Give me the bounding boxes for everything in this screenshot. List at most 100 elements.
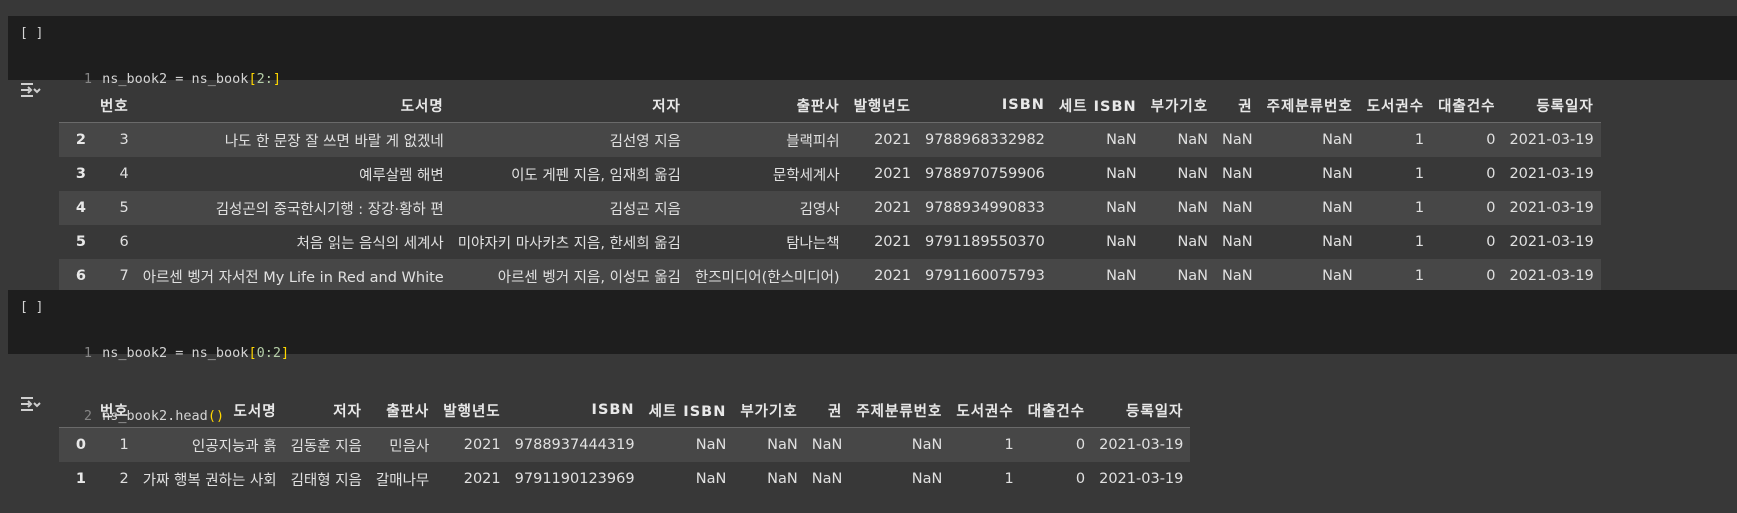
table-cell: 9788934990833 (924, 200, 1045, 216)
table-row: 3 4 예루살렘 해변 이도 게펜 지음, 임재희 옮김 문학세계사 2021 978897… (59, 157, 1601, 191)
column-header: 부가기호 (733, 393, 805, 428)
column-header: 출판사 (368, 393, 437, 428)
table-cell: NaN (1322, 200, 1353, 216)
table-cell: NaN (811, 471, 843, 487)
column-header: 대출건수 (1431, 88, 1503, 123)
row-index: 4 (75, 200, 86, 216)
output-toggle-icon[interactable] (19, 395, 41, 413)
table-cell: NaN (1222, 234, 1253, 250)
table-cell: 예루살렘 해변 (359, 167, 444, 184)
code-cell-2[interactable]: [ ] 1 ns_book2 = ns_book[0:2] 2 ns_book2… (8, 290, 1737, 424)
table-cell: 1 (119, 437, 129, 453)
table-cell: 7 (119, 268, 129, 284)
table-cell: NaN (767, 437, 798, 453)
bracket: ] (280, 345, 290, 361)
table-cell: NaN (1106, 268, 1137, 284)
table-cell: 0 (1486, 268, 1496, 284)
table-cell: 1 (1004, 437, 1014, 453)
column-header: 부가기호 (1143, 88, 1216, 123)
column-header: 도서명 (135, 88, 451, 123)
row-index: 6 (75, 268, 86, 284)
table-row: 4 5 김성곤의 중국한시기행 : 장강·황하 편 김성곤 지음 김영사 2021 9788… (59, 191, 1601, 225)
table-cell: 1 (1414, 132, 1425, 148)
table-cell: 0 (1075, 437, 1086, 453)
table-cell: NaN (1322, 166, 1353, 182)
table-cell: 2021 (874, 268, 911, 284)
table-cell: 이도 게펜 지음, 임재희 옮김 (511, 167, 681, 184)
row-index: 1 (75, 471, 86, 487)
table-cell: 2021-03-19 (1509, 234, 1594, 250)
table-cell: 3 (119, 132, 129, 148)
table-cell: 0 (1486, 234, 1496, 250)
table-cell: 2 (119, 471, 129, 487)
table-cell: NaN (1106, 132, 1137, 148)
table-cell: NaN (1177, 268, 1209, 284)
table-cell: 1 (1414, 268, 1425, 284)
column-header: ISBN (917, 88, 1052, 123)
table-row: 0 1 인공지능과 흙 김동훈 지음 민음사 2021 9788937444319 NaN Na… (59, 427, 1191, 462)
column-header: 도서권수 (1359, 88, 1432, 123)
table-cell: NaN (1322, 268, 1353, 284)
table-cell: 2021 (874, 234, 911, 250)
table-cell: 가짜 행복 권하는 사회 (142, 472, 277, 489)
column-header: 발행년도 (846, 88, 918, 123)
table-cell: 1 (1004, 471, 1014, 487)
table-cell: 1 (1414, 234, 1425, 250)
column-header: 발행년도 (436, 393, 508, 428)
run-cell-button[interactable]: [ ] (20, 26, 43, 41)
table-cell: NaN (1177, 234, 1209, 250)
table-cell: 김영사 (799, 201, 840, 218)
table-cell: 2021-03-19 (1099, 471, 1184, 487)
table-cell: 문학세계사 (772, 167, 840, 184)
table-cell: 4 (119, 166, 129, 182)
table-cell: 민음사 (389, 438, 430, 455)
table-cell: 나도 한 문장 잘 쓰면 바랄 게 없겠네 (224, 133, 444, 150)
table-cell: NaN (1106, 166, 1137, 182)
table-cell: 2021-03-19 (1509, 200, 1594, 216)
code-text: ns_book2 = ns_book (102, 345, 249, 361)
table-cell: NaN (1322, 234, 1353, 250)
table-cell: NaN (811, 437, 843, 453)
table-cell: 2021-03-19 (1509, 166, 1594, 182)
table-cell: 아르센 벵거 지음, 이성모 옮김 (497, 269, 681, 286)
output-toggle-icon[interactable] (19, 81, 41, 99)
table-cell: 아르센 벵거 자서전 My Life in Red and White (142, 269, 444, 286)
table-cell: 탐나는책 (786, 235, 840, 252)
table-cell: NaN (911, 471, 943, 487)
column-header: 도서권수 (949, 393, 1021, 428)
line-number: 1 (83, 345, 92, 361)
table-cell: 2021 (874, 200, 911, 216)
table-cell: 2021 (463, 471, 501, 487)
table-cell: 9788970759906 (924, 166, 1045, 182)
table-cell: 김성곤의 중국한시기행 : 장강·황하 편 (215, 201, 444, 218)
table-cell: 9791190123969 (514, 471, 635, 487)
table-cell: 0 (1486, 166, 1496, 182)
table-cell: NaN (1222, 166, 1253, 182)
column-header: 등록일자 (1502, 88, 1601, 123)
table-cell: NaN (1106, 200, 1137, 216)
table-cell: NaN (695, 471, 727, 487)
table-cell: NaN (1177, 200, 1209, 216)
column-header: 출판사 (687, 88, 847, 123)
table-row: 5 6 처음 읽는 음식의 세계사 미야자키 마사카츠 지음, 한세희 옮김 탐나는책 2… (59, 225, 1601, 259)
run-cell-button[interactable]: [ ] (20, 300, 43, 315)
table-row: 1 2 가짜 행복 권하는 사회 김태형 지음 갈매나무 2021 979119012396… (59, 462, 1191, 496)
column-header: 권 (804, 393, 850, 428)
table-cell: NaN (695, 437, 727, 453)
table-cell: 2021 (874, 166, 911, 182)
row-index: 5 (75, 234, 86, 250)
table-cell: 한즈미디어(한스미디어) (694, 269, 840, 286)
slice-arg: 0:2 (256, 345, 281, 361)
table-cell: 김선영 지음 (609, 133, 681, 150)
code-cell-1[interactable]: [ ] 1 ns_book2 = ns_book[2:] 2 ns_book2.… (8, 16, 1737, 150)
column-header: 세트 ISBN (1051, 88, 1144, 123)
table-cell: NaN (1106, 234, 1137, 250)
table-cell: 미야자키 마사카츠 지음, 한세희 옮김 (457, 235, 681, 252)
table-cell: 0 (1075, 471, 1086, 487)
code-text: ns_book2 = ns_book (102, 71, 249, 87)
column-header: 번호 (93, 88, 136, 123)
table-cell: 인공지능과 흙 (191, 438, 277, 455)
table-cell: NaN (1222, 200, 1253, 216)
table-cell: 5 (119, 200, 129, 216)
table-cell: 0 (1486, 132, 1496, 148)
